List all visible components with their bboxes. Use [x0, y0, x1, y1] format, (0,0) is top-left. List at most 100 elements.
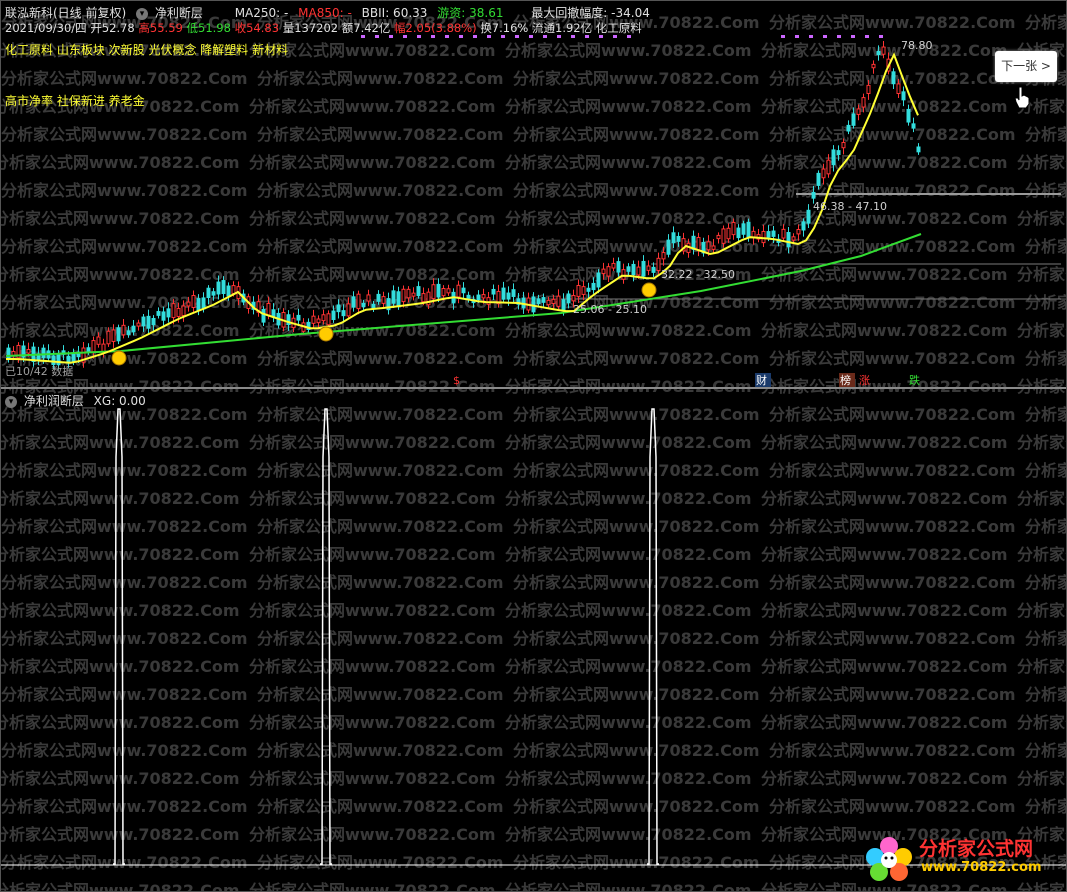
- candle-body: [416, 286, 421, 297]
- marker-dot: [837, 35, 841, 38]
- marker-dot: [473, 35, 477, 38]
- next-image-button[interactable]: 下一张 >: [995, 51, 1057, 82]
- candle-body: [891, 71, 896, 85]
- candle-body: [721, 228, 726, 244]
- candle-body: [861, 97, 866, 108]
- candle-body: [366, 294, 371, 302]
- logo-url: www.70822.com: [921, 860, 1042, 875]
- data-count-label: 已10/42 数据: [5, 364, 73, 378]
- site-logo: 分析家公式网 www.70822.com: [859, 830, 1059, 885]
- marker-dot: [403, 35, 407, 38]
- candle-body: [441, 287, 446, 297]
- candle-body: [381, 296, 386, 304]
- candle-body: [336, 304, 341, 313]
- candle-body: [96, 336, 101, 345]
- candle-body: [391, 290, 396, 304]
- candle-body: [131, 325, 136, 333]
- candle-body: [591, 282, 596, 291]
- candle-body: [206, 287, 211, 299]
- candle-body: [566, 293, 571, 304]
- candle-body: [271, 309, 276, 318]
- candle-body: [906, 108, 911, 123]
- range-label-1: 46.38 - 47.10: [813, 200, 887, 213]
- smiley-icon: [641, 282, 657, 298]
- candle-body: [611, 262, 616, 269]
- candle-body: [91, 340, 96, 353]
- candle-body: [831, 149, 836, 166]
- event-marker-list[interactable]: 榜: [840, 373, 851, 387]
- candle-body: [651, 266, 656, 273]
- candle-body: [636, 266, 641, 276]
- candle-body: [916, 146, 921, 153]
- candle-body: [826, 159, 831, 175]
- event-marker-dollar[interactable]: $: [453, 374, 460, 387]
- candle-body: [171, 303, 176, 319]
- candle-body: [406, 288, 411, 299]
- candle-body: [211, 291, 216, 296]
- marker-dot: [795, 35, 799, 38]
- marker-dot: [445, 35, 449, 38]
- marker-dot: [557, 35, 561, 38]
- candle-body: [121, 324, 126, 336]
- marker-dot: [417, 35, 421, 38]
- candle-body: [346, 303, 351, 317]
- candle-body: [501, 287, 506, 300]
- candle-body: [51, 355, 56, 366]
- marker-dot: [865, 35, 869, 38]
- candle-body: [761, 230, 766, 244]
- candle-body: [791, 236, 796, 241]
- candle-body: [626, 266, 631, 272]
- candle-body: [596, 272, 601, 288]
- candle-body: [531, 296, 536, 313]
- candle-body: [711, 245, 716, 250]
- candle-body: [846, 124, 851, 132]
- candle-body: [436, 283, 441, 298]
- candle-body: [771, 230, 776, 237]
- candle-body: [26, 348, 31, 354]
- candle-body: [561, 299, 566, 311]
- candle-body: [876, 50, 881, 56]
- candle-body: [896, 83, 901, 94]
- candle-body: [106, 330, 111, 345]
- candle-body: [556, 295, 561, 307]
- candle-body: [856, 108, 861, 115]
- marker-dot: [389, 35, 393, 38]
- candle-body: [321, 314, 326, 322]
- event-marker-fall[interactable]: 跌: [909, 373, 920, 387]
- candle-body: [396, 291, 401, 306]
- event-marker-finance[interactable]: 财: [756, 373, 767, 387]
- candle-body: [461, 287, 466, 294]
- candle-body: [581, 286, 586, 295]
- marker-dot: [361, 35, 365, 38]
- candle-body: [316, 318, 321, 324]
- candle-body: [491, 288, 496, 295]
- candle-body: [476, 294, 481, 300]
- candle-body: [221, 280, 226, 295]
- candle-body: [866, 84, 871, 94]
- candle-body: [226, 285, 231, 297]
- marker-dot: [613, 35, 617, 38]
- candle-body: [191, 295, 196, 309]
- candle-body: [231, 285, 236, 294]
- candle-body: [646, 265, 651, 271]
- candle-body: [741, 223, 746, 235]
- marker-dot: [501, 35, 505, 38]
- candle-body: [456, 284, 461, 298]
- flower-logo-icon: [866, 837, 912, 881]
- signal-spikes: [1, 408, 1066, 866]
- candle-body: [676, 235, 681, 242]
- event-marker-rise[interactable]: 涨: [859, 374, 870, 387]
- candle-body: [546, 299, 551, 306]
- candle-body: [806, 209, 811, 224]
- signal-spike: [320, 408, 332, 865]
- candle-body: [326, 313, 331, 326]
- candle-body: [41, 347, 46, 359]
- signal-chart[interactable]: [1, 389, 1066, 889]
- candlestick-chart[interactable]: 46.38 - 47.10 32.22 - 32.50 25.06 - 25.1…: [1, 1, 1066, 387]
- candle-body: [261, 308, 266, 323]
- candle-body: [421, 293, 426, 303]
- candle-body: [351, 296, 356, 308]
- candle-body: [666, 239, 671, 255]
- candle-body: [161, 311, 166, 321]
- marker-dot: [543, 35, 547, 38]
